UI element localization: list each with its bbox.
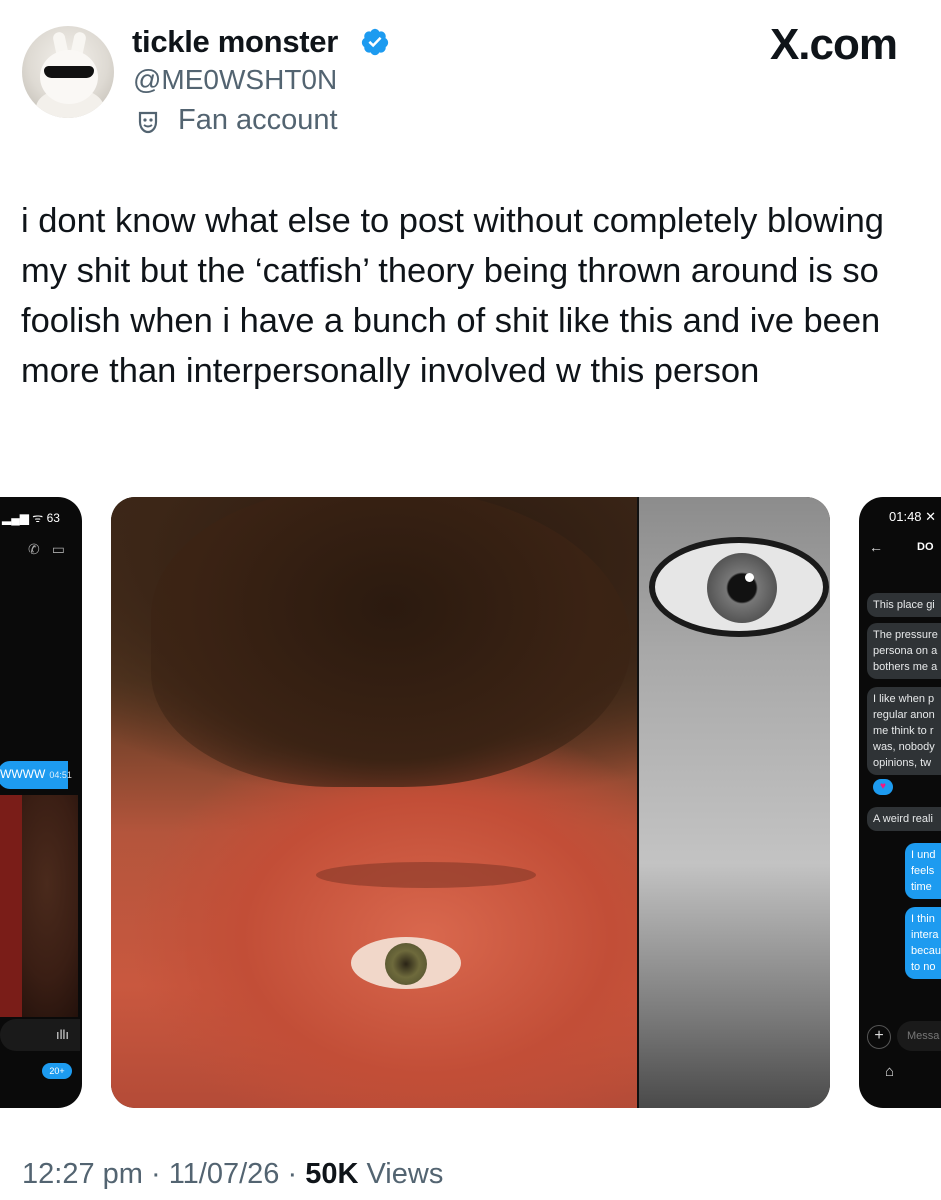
account-label: Fan account — [178, 104, 338, 136]
received-message: This place gi — [867, 593, 941, 617]
views-count[interactable]: 50K — [305, 1158, 358, 1190]
brand-watermark: X.com — [769, 20, 898, 69]
bw-eye-photo — [639, 497, 830, 1108]
sent-message: I thin intera becau to no — [905, 907, 941, 979]
post-meta: 12:27 pm · 11/07/26 · 50K Views — [22, 1158, 444, 1190]
author-name[interactable]: tickle monster — [132, 24, 338, 60]
received-message: I like when p regular anon me think to r… — [867, 687, 941, 775]
avatar[interactable] — [22, 26, 114, 118]
media-right-screenshot[interactable]: 01:48 ✕ ← DO This place gi The pressure … — [859, 497, 941, 1108]
received-message: The pressure persona on a bothers me a — [867, 623, 941, 679]
call-icons: ✆▭ — [28, 541, 77, 557]
media-main-photo[interactable] — [111, 497, 830, 1108]
author-handle[interactable]: @ME0WSHT0N — [133, 64, 337, 96]
status-bar: ▂▄▆ ᯤ 63 — [2, 511, 60, 525]
post-date[interactable]: 11/07/26 — [169, 1158, 280, 1190]
back-arrow-icon: ← — [869, 539, 883, 555]
voice-icon: ıllı — [56, 1027, 69, 1042]
heart-reaction-icon: ♥ — [873, 779, 893, 795]
conversation-title: DO — [917, 541, 934, 553]
add-icon: + — [867, 1025, 891, 1049]
sent-message: WWWW 04:51 — [0, 761, 72, 789]
media-left-screenshot[interactable]: ▂▄▆ ᯤ 63 ✆▭ WWWW 04:51 ıllı 20+ — [0, 497, 82, 1108]
verified-badge-icon — [361, 28, 389, 56]
home-icon: ⌂ — [885, 1063, 895, 1080]
post-text: i dont know what else to post without co… — [21, 202, 884, 390]
media-carousel[interactable]: ▂▄▆ ᯤ 63 ✆▭ WWWW 04:51 ıllı 20+ 01:48 ✕ ←… — [0, 497, 941, 1108]
shared-photo — [0, 795, 78, 1017]
post-time[interactable]: 12:27 pm — [22, 1158, 143, 1190]
status-time: 01:48 ✕ — [889, 509, 937, 524]
selfie-photo — [111, 497, 637, 1108]
views-label: Views — [366, 1158, 444, 1190]
sent-message: I und feels time — [905, 843, 941, 899]
unread-badge: 20+ — [42, 1063, 72, 1079]
received-message: A weird reali — [867, 807, 941, 831]
theater-masks-icon — [138, 111, 158, 134]
message-input: Messa — [897, 1021, 941, 1051]
